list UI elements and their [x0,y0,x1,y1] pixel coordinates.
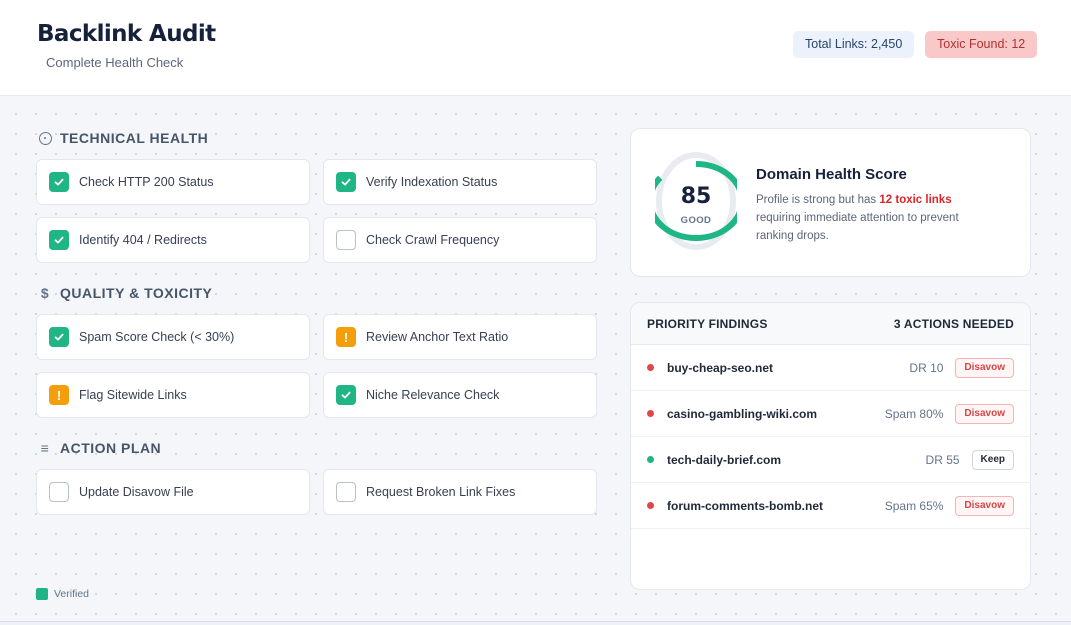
findings-title: PRIORITY FINDINGS [647,316,768,331]
finding-domain: tech-daily-brief.com [667,452,782,467]
verified-swatch [36,588,48,600]
checklist-item-label: Niche Relevance Check [366,388,500,402]
score-value: 85 [680,184,712,209]
header: Backlink Audit Complete Health Check Tot… [0,0,1071,96]
finding-action-button[interactable]: Keep [971,449,1014,470]
checklist-item-label: Request Broken Link Fixes [366,485,516,499]
priority-findings-panel: PRIORITY FINDINGS 3 ACTIONS NEEDED buy-c… [630,302,1031,590]
total-links-badge: Total Links: 2,450 [793,31,915,58]
finding-metric: DR 55 [925,452,960,467]
checklist-item[interactable]: Verify Indexation Status [323,159,597,205]
checklist-item-label: Flag Sitewide Links [79,388,187,402]
checklist-item[interactable]: ! Review Anchor Text Ratio [323,314,597,360]
checkbox-checked[interactable] [49,327,69,347]
finding-row: tech-daily-brief.com DR 55 Keep [631,437,1030,483]
actions-needed-count: 3 ACTIONS NEEDED [893,316,1014,331]
checkbox-checked[interactable] [49,172,69,192]
checklist-item[interactable]: Niche Relevance Check [323,372,597,418]
finding-row: casino-gambling-wiki.com Spam 80% Disavo… [631,391,1030,437]
checklist-item[interactable]: Check HTTP 200 Status [36,159,310,205]
score-label: GOOD [680,215,712,226]
finding-action-button[interactable]: Disavow [955,357,1014,378]
status-dot [647,364,654,371]
section-title-text: ACTION PLAN [60,440,162,456]
finding-metric: Spam 80% [884,406,944,421]
finding-metric: Spam 65% [884,498,944,513]
check-icon [54,333,64,341]
page-subtitle: Complete Health Check [46,55,184,70]
app-root: Backlink Audit Complete Health Check Tot… [0,0,1071,622]
finding-domain: buy-cheap-seo.net [667,360,774,375]
finding-action-button[interactable]: Disavow [955,403,1014,424]
checklist-item[interactable]: Request Broken Link Fixes [323,469,597,515]
finding-action-button[interactable]: Disavow [955,495,1014,516]
list-icon: ≡ [40,440,50,456]
finding-metric: DR 10 [909,360,944,375]
check-icon [54,178,64,186]
checklist-item-label: Review Anchor Text Ratio [366,330,509,344]
warning-icon[interactable]: ! [49,385,69,405]
section-title-quality-toxicity: $ QUALITY & TOXICITY [37,283,212,303]
checklist-item[interactable]: Spam Score Check (< 30%) [36,314,310,360]
check-icon [341,391,351,399]
checklist-item-label: Update Disavow File [79,485,194,499]
status-dot [647,410,654,417]
page-title: Backlink Audit [37,21,216,47]
checklist-item-label: Spam Score Check (< 30%) [79,330,235,344]
score-description: Profile is strong but has 12 toxic links… [756,194,959,242]
checklist-item[interactable]: Identify 404 / Redirects [36,217,310,263]
checklist-item-label: Check HTTP 200 Status [79,175,214,189]
finding-row: forum-comments-bomb.net Spam 65% Disavow [631,483,1030,529]
checkbox-unchecked[interactable] [336,482,356,502]
checklist-item-label: Identify 404 / Redirects [79,233,207,247]
checklist-item[interactable]: Update Disavow File [36,469,310,515]
finding-domain: casino-gambling-wiki.com [667,406,818,421]
section-title-text: QUALITY & TOXICITY [60,285,213,301]
checklist-item[interactable]: ! Flag Sitewide Links [36,372,310,418]
status-dot [647,456,654,463]
checkbox-checked[interactable] [49,230,69,250]
findings-header: PRIORITY FINDINGS 3 ACTIONS NEEDED [631,303,1030,345]
toxic-links-highlight: 12 toxic links [879,194,952,206]
checklist-item-label: Check Crawl Frequency [366,233,500,247]
finding-domain: forum-comments-bomb.net [667,498,823,513]
checkbox-checked[interactable] [336,172,356,192]
check-icon [54,236,64,244]
legend: Verified [36,588,89,600]
warning-icon[interactable]: ! [336,327,356,347]
status-dot [647,502,654,509]
legend-label: Verified [54,588,90,600]
toxic-found-badge: Toxic Found: 12 [925,31,1038,58]
section-title-action-plan: ≡ ACTION PLAN [37,438,161,458]
finding-row: buy-cheap-seo.net DR 10 Disavow [631,345,1030,391]
section-title-technical-health: TECHNICAL HEALTH [37,128,208,148]
check-icon [341,178,351,186]
checklist-item-label: Verify Indexation Status [366,175,498,189]
checkbox-unchecked[interactable] [49,482,69,502]
domain-health-score-card: 85 GOOD Domain Health Score Profile is s… [630,128,1031,277]
checkbox-unchecked[interactable] [336,230,356,250]
checklist-item[interactable]: Check Crawl Frequency [323,217,597,263]
score-title: Domain Health Score [756,166,907,183]
dollar-icon: $ [40,285,50,301]
section-title-text: TECHNICAL HEALTH [60,130,209,146]
info-circle-icon [37,130,53,146]
checkbox-checked[interactable] [336,385,356,405]
